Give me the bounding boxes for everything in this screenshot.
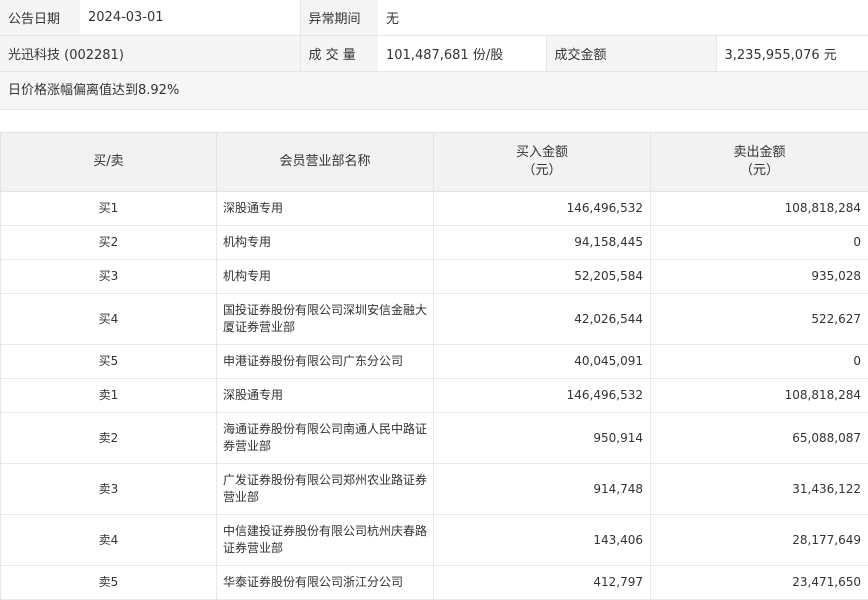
table-row: 买4 国投证券股份有限公司深圳安信金融大厦证券营业部 42,026,544 52… [1, 294, 868, 345]
dept-cell: 机构专用 [217, 260, 434, 294]
table-row: 买1 深股通专用 146,496,532 108,818,284 [1, 192, 868, 226]
side-cell: 卖4 [1, 515, 217, 566]
buy-amount-cell: 42,026,544 [434, 294, 651, 345]
buy-amount-cell: 94,158,445 [434, 226, 651, 260]
side-cell: 买2 [1, 226, 217, 260]
dept-cell: 国投证券股份有限公司深圳安信金融大厦证券营业部 [217, 294, 434, 345]
dept-cell: 申港证券股份有限公司广东分公司 [217, 345, 434, 379]
dept-cell: 中信建投证券股份有限公司杭州庆春路证券营业部 [217, 515, 434, 566]
dept-cell: 深股通专用 [217, 379, 434, 413]
table-row: 卖2 海通证券股份有限公司南通人民中路证券营业部 950,914 65,088,… [1, 413, 868, 464]
sell-amount-cell: 28,177,649 [651, 515, 868, 566]
buy-amount-cell: 143,406 [434, 515, 651, 566]
side-cell: 买4 [1, 294, 217, 345]
side-cell: 卖2 [1, 413, 217, 464]
buy-amount-cell: 914,748 [434, 464, 651, 515]
table-row: 买3 机构专用 52,205,584 935,028 [1, 260, 868, 294]
sell-amount-cell: 522,627 [651, 294, 868, 345]
trading-departments-table: 买/卖 会员营业部名称 买入金额（元） 卖出金额（元） 买1 深股通专用 146… [0, 132, 868, 600]
sell-amount-cell: 0 [651, 226, 868, 260]
sell-amount-cell: 935,028 [651, 260, 868, 294]
side-cell: 卖5 [1, 566, 217, 600]
sell-amount-cell: 31,436,122 [651, 464, 868, 515]
dept-cell: 深股通专用 [217, 192, 434, 226]
table-row: 买5 申港证券股份有限公司广东分公司 40,045,091 0 [1, 345, 868, 379]
buy-amount-cell: 40,045,091 [434, 345, 651, 379]
amount-value: 3,235,955,076 元 [716, 36, 868, 72]
header-side: 买/卖 [1, 133, 217, 192]
sell-amount-cell: 0 [651, 345, 868, 379]
buy-amount-cell: 52,205,584 [434, 260, 651, 294]
spacer [0, 110, 868, 132]
side-cell: 买1 [1, 192, 217, 226]
abnormal-period-label: 异常期间 [300, 0, 378, 36]
table-row: 卖4 中信建投证券股份有限公司杭州庆春路证券营业部 143,406 28,177… [1, 515, 868, 566]
buy-amount-cell: 950,914 [434, 413, 651, 464]
info-row-date: 公告日期 2024-03-01 异常期间 无 [0, 0, 868, 36]
price-deviation-note: 日价格涨幅偏离值达到8.92% [0, 72, 868, 110]
sell-amount-cell: 108,818,284 [651, 379, 868, 413]
header-buy-amount: 买入金额（元） [434, 133, 651, 192]
volume-value: 101,487,681 份/股 [378, 36, 546, 72]
table-header-row: 买/卖 会员营业部名称 买入金额（元） 卖出金额（元） [1, 133, 868, 192]
side-cell: 买3 [1, 260, 217, 294]
buy-amount-cell: 146,496,532 [434, 192, 651, 226]
table-row: 卖3 广发证券股份有限公司郑州农业路证券营业部 914,748 31,436,1… [1, 464, 868, 515]
info-row-volume: 光迅科技 (002281) 成 交 量 101,487,681 份/股 成交金额… [0, 36, 868, 72]
stock-name: 光迅科技 (002281) [0, 36, 300, 72]
sell-amount-cell: 65,088,087 [651, 413, 868, 464]
header-sell-amount: 卖出金额（元） [651, 133, 868, 192]
date-label: 公告日期 [0, 0, 80, 36]
dept-cell: 海通证券股份有限公司南通人民中路证券营业部 [217, 413, 434, 464]
table-row: 卖1 深股通专用 146,496,532 108,818,284 [1, 379, 868, 413]
abnormal-period-value: 无 [378, 0, 868, 36]
date-value: 2024-03-01 [80, 0, 300, 36]
dept-cell: 华泰证券股份有限公司浙江分公司 [217, 566, 434, 600]
header-dept: 会员营业部名称 [217, 133, 434, 192]
side-cell: 买5 [1, 345, 217, 379]
dept-cell: 广发证券股份有限公司郑州农业路证券营业部 [217, 464, 434, 515]
volume-label: 成 交 量 [300, 36, 378, 72]
table-row: 买2 机构专用 94,158,445 0 [1, 226, 868, 260]
amount-label: 成交金额 [546, 36, 716, 72]
side-cell: 卖1 [1, 379, 217, 413]
buy-amount-cell: 412,797 [434, 566, 651, 600]
announcement-info-table: 公告日期 2024-03-01 异常期间 无 光迅科技 (002281) 成 交… [0, 0, 868, 72]
dept-cell: 机构专用 [217, 226, 434, 260]
table-row: 卖5 华泰证券股份有限公司浙江分公司 412,797 23,471,650 [1, 566, 868, 600]
buy-amount-cell: 146,496,532 [434, 379, 651, 413]
side-cell: 卖3 [1, 464, 217, 515]
sell-amount-cell: 108,818,284 [651, 192, 868, 226]
sell-amount-cell: 23,471,650 [651, 566, 868, 600]
